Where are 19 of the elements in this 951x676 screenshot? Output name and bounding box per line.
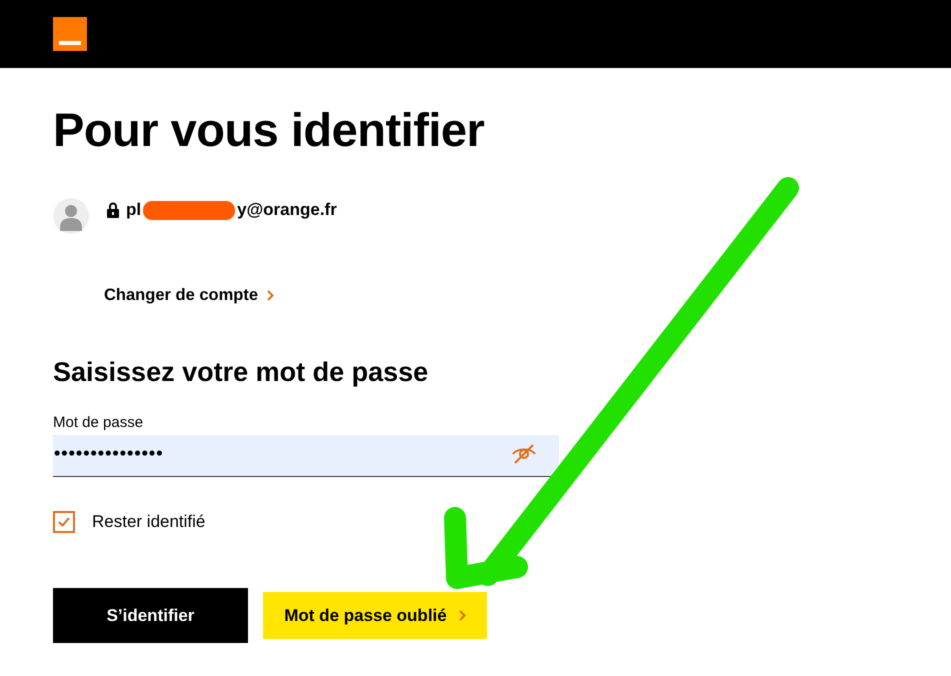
checkbox-label: Rester identifié xyxy=(92,512,206,532)
page-title: Pour vous identifier xyxy=(53,102,486,158)
lock-icon xyxy=(107,202,119,218)
password-field[interactable]: ••••••••••••••• xyxy=(53,435,559,477)
checkmark-icon xyxy=(58,517,70,527)
chevron-icon xyxy=(267,290,274,301)
password-input[interactable]: ••••••••••••••• xyxy=(54,443,511,464)
eye-slash-icon[interactable] xyxy=(511,442,537,464)
section-heading: Saisissez votre mot de passe xyxy=(53,357,430,388)
sign-in-button[interactable]: S’identifier xyxy=(53,588,248,643)
remember-checkbox[interactable] xyxy=(53,511,75,533)
field-label: Mot de passe xyxy=(53,414,144,431)
email-text: pl xyxy=(126,200,142,220)
avatar-icon xyxy=(53,198,89,234)
brand-logo xyxy=(53,17,87,51)
chevron-icon xyxy=(458,610,466,621)
forgot-password-button[interactable]: Mot de passe oublié xyxy=(263,592,487,639)
change-account-link[interactable]: Changer de compte xyxy=(104,286,274,305)
email-text: y@orange.fr xyxy=(237,200,337,220)
